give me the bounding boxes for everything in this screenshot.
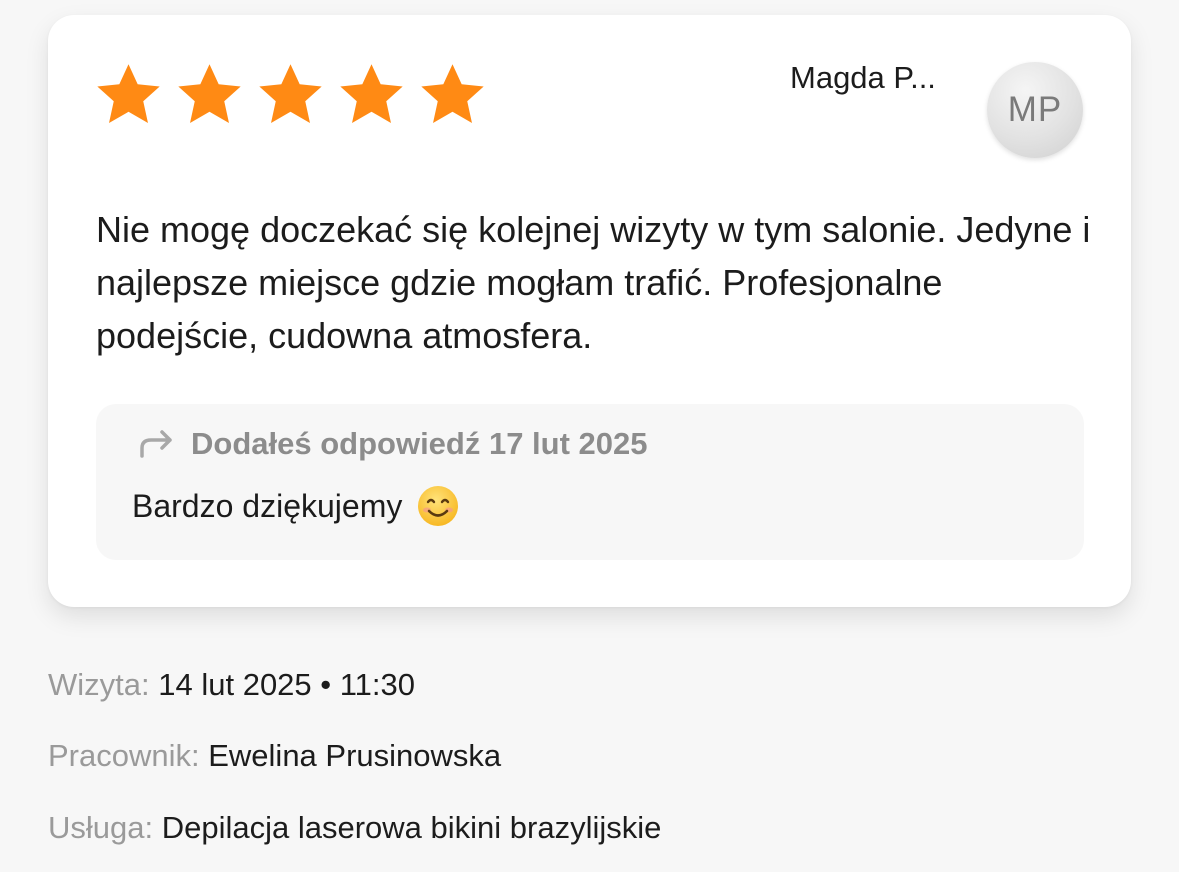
review-text: Nie mogę doczekać się kolejnej wizyty w …: [96, 209, 1091, 356]
reply-header: Dodałeś odpowiedź 17 lut 2025: [137, 426, 648, 462]
star-icon: [257, 62, 324, 126]
star-icon: [95, 62, 162, 126]
visit-row: Wizyta: 14 lut 2025 • 11:30: [48, 667, 415, 703]
visit-value: 14 lut 2025 • 11:30: [158, 667, 416, 702]
service-row: Usługa: Depilacja laserowa bikini brazyl…: [48, 810, 661, 846]
author-name: Magda P...: [790, 60, 936, 95]
employee-row: Pracownik: Ewelina Prusinowska: [48, 738, 501, 774]
star-icon: [338, 62, 405, 126]
rating-stars: [95, 62, 486, 126]
review-card: Magda P... MP Nie mogę doczekać się kole…: [48, 15, 1131, 607]
reply-arrow-icon: [137, 428, 177, 460]
employee-label: Pracownik:: [48, 738, 200, 773]
star-icon: [419, 62, 486, 126]
reply-text-row: Bardzo dziękujemy: [132, 484, 460, 528]
reply-box: Dodałeś odpowiedź 17 lut 2025 Bardzo dzi…: [96, 404, 1084, 560]
reply-header-text: Dodałeś odpowiedź 17 lut 2025: [191, 426, 648, 461]
service-label: Usługa:: [48, 810, 154, 845]
service-value: Depilacja laserowa bikini brazylijskie: [161, 810, 662, 845]
avatar: MP: [987, 62, 1083, 158]
employee-value: Ewelina Prusinowska: [208, 738, 502, 773]
smiling-face-icon: [416, 484, 460, 528]
reply-text: Bardzo dziękujemy: [132, 487, 403, 524]
visit-label: Wizyta:: [48, 667, 150, 702]
star-icon: [176, 62, 243, 126]
